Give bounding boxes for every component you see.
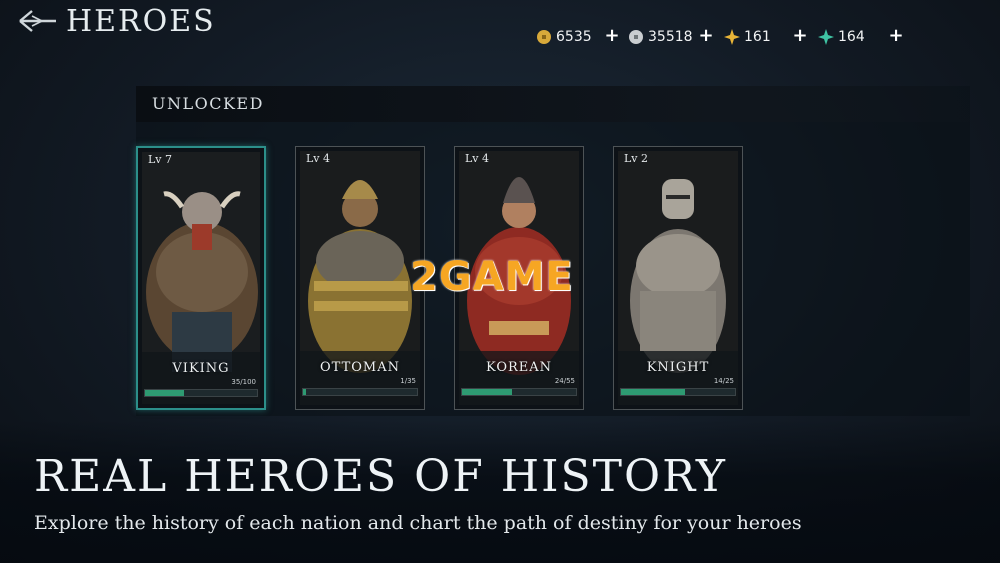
hero-card-knight[interactable]: Lv 2 KNIGHT 14/25 <box>613 146 743 410</box>
hero-card-ottoman[interactable]: Lv 4 OTTOMAN 1/35 <box>295 146 425 410</box>
promo-subline: Explore the history of each nation and c… <box>34 512 802 534</box>
jade-star-value: 164 <box>838 29 865 45</box>
jade-star-counter: 164 <box>818 26 865 48</box>
silver-counter: 35518 <box>628 26 693 48</box>
gold-value: 6535 <box>556 29 592 45</box>
page-title: HEROES <box>66 4 216 39</box>
star-shard-counter: 161 <box>724 26 771 48</box>
hero-progress-text: 35/100 <box>231 378 256 386</box>
gold-coin-icon <box>537 30 551 44</box>
add-star-shard-button[interactable]: + <box>790 26 810 46</box>
hero-progress-fill <box>303 389 307 395</box>
hero-name: KNIGHT <box>646 360 710 375</box>
hero-progress-text: 24/55 <box>554 377 575 385</box>
watermark-logo: 2GAME <box>410 254 574 300</box>
hero-name: VIKING <box>172 361 230 376</box>
hero-name: KOREAN <box>485 360 553 375</box>
star-shard-icon <box>724 29 740 45</box>
star-shard-value: 161 <box>744 29 771 45</box>
panel-title: UNLOCKED <box>152 94 264 113</box>
hero-level: Lv 4 <box>306 152 331 165</box>
hero-level: Lv 4 <box>465 152 490 165</box>
back-arrow-icon[interactable] <box>18 8 58 34</box>
hero-progress-bar <box>144 389 258 397</box>
hero-progress-text: 14/25 <box>713 377 734 385</box>
add-silver-button[interactable]: + <box>696 26 716 46</box>
hero-progress-fill <box>145 390 185 396</box>
hero-progress-fill <box>462 389 513 395</box>
top-bar: HEROES 6535 + 35518 + 161 + 164 + <box>0 0 1000 60</box>
hero-name: OTTOMAN <box>320 360 400 375</box>
hero-progress-bar <box>302 388 418 396</box>
promo-headline: REAL HEROES OF HISTORY <box>34 451 727 502</box>
add-jade-star-button[interactable]: + <box>886 26 906 46</box>
silver-value: 35518 <box>648 29 693 45</box>
hero-progress-fill <box>621 389 685 395</box>
hero-level: Lv 7 <box>148 153 173 166</box>
hero-progress-bar <box>461 388 577 396</box>
silver-coin-icon <box>629 30 643 44</box>
hero-level: Lv 2 <box>624 152 649 165</box>
hero-progress-bar <box>620 388 736 396</box>
hero-progress-text: 1/35 <box>400 377 416 385</box>
panel-header: UNLOCKED <box>136 86 970 122</box>
hero-card-viking[interactable]: Lv 7 VIKING 35/100 <box>136 146 266 410</box>
jade-star-icon <box>818 29 834 45</box>
gold-counter: 6535 <box>536 26 592 48</box>
add-gold-button[interactable]: + <box>602 26 622 46</box>
